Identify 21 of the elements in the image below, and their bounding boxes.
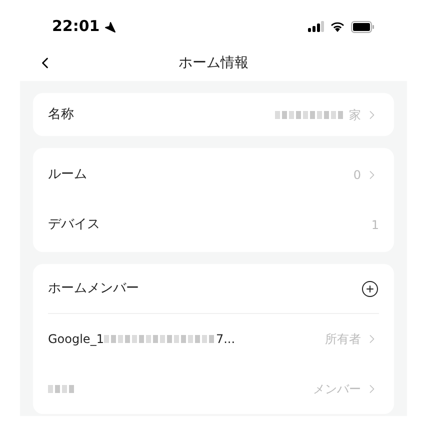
member-role: 所有者 [325,331,361,348]
members-title: ホームメンバー [48,280,139,298]
redacted-text [48,384,76,394]
row-label: デバイス [48,216,100,234]
name-value: 家 [349,106,361,124]
member-name: 7... [216,331,236,348]
member-name: Google_1 [48,331,104,348]
row-value: 0 [353,167,361,184]
signal-icon [308,21,324,32]
redacted-text [275,110,345,120]
battery-icon [351,20,375,32]
row-label: ルーム [48,166,87,184]
wifi-icon [330,21,345,32]
location-icon [104,20,116,32]
status-time: 22:01 [52,16,100,38]
member-role: メンバー [313,381,361,398]
row-value: 1 [371,217,379,234]
name-label: 名称 [48,106,74,124]
page-title: ホーム情報 [178,54,248,72]
name-card[interactable]: 名称 家 [33,93,394,136]
add-member-icon[interactable] [361,280,379,298]
